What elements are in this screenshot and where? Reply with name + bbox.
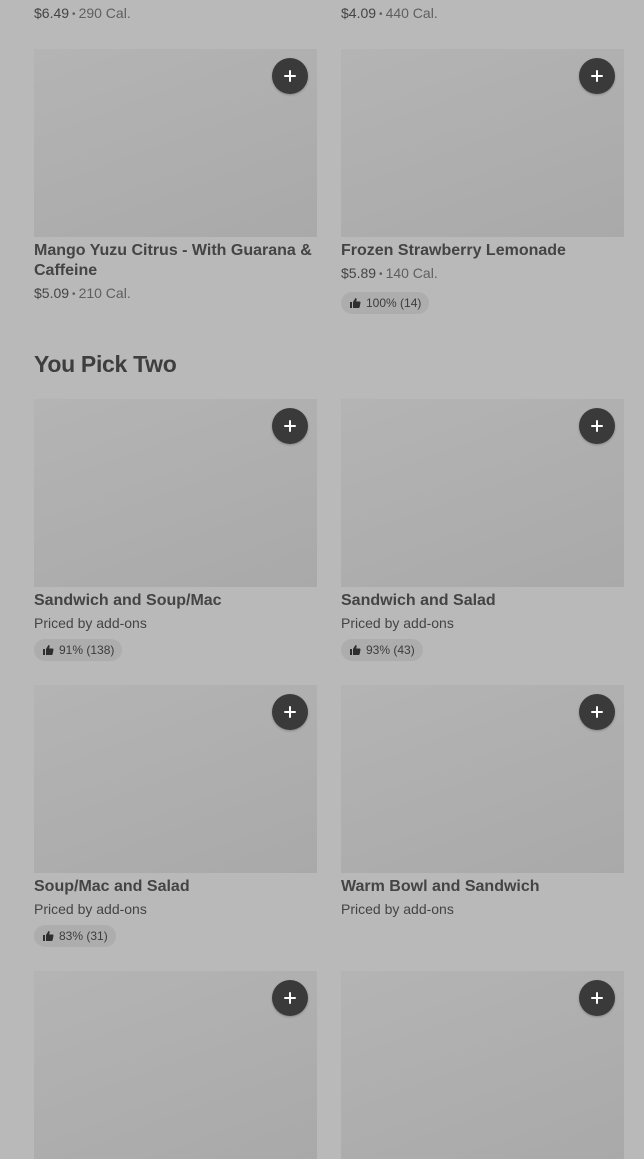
add-to-cart-button[interactable] [272, 408, 308, 444]
menu-item-card[interactable]: Soup/Mac and Salad Priced by add-ons 83%… [34, 685, 317, 947]
item-name: Sandwich and Soup/Mac [34, 592, 222, 609]
menu-item-card[interactable]: Sandwich and Soup/Mac Priced by add-ons … [34, 399, 317, 661]
menu-row-partial [34, 971, 624, 1159]
item-price-text: Priced by add-ons [34, 901, 147, 917]
plus-icon [591, 706, 603, 718]
item-price: $5.89 [341, 265, 377, 281]
separator-dot: • [72, 289, 76, 300]
item-meta: $5.09 • 210 Cal. [34, 284, 317, 305]
rating-text: 83% (31) [59, 929, 108, 943]
item-name: Warm Bowl and Sandwich [341, 878, 540, 895]
rating-badge: 100% (14) [341, 292, 430, 314]
item-price: $5.09 [34, 285, 70, 301]
item-name: Frozen Strawberry Lemonade [341, 242, 566, 259]
item-meta-partial-right: $4.09 • 440 Cal. [341, 5, 438, 21]
item-calories: 440 Cal. [385, 5, 438, 21]
add-to-cart-button[interactable] [272, 980, 308, 1016]
add-to-cart-button[interactable] [579, 980, 615, 1016]
item-calories: 290 Cal. [78, 5, 131, 21]
plus-icon [284, 706, 296, 718]
plus-icon [591, 420, 603, 432]
plus-icon [591, 992, 603, 1004]
plus-icon [284, 992, 296, 1004]
item-price-text: Priced by add-ons [341, 615, 454, 631]
item-price-text: Priced by add-ons [341, 901, 454, 917]
item-image[interactable] [341, 49, 624, 237]
menu-row-pick-two-1: Sandwich and Soup/Mac Priced by add-ons … [34, 399, 624, 661]
menu-row-pick-two-2: Soup/Mac and Salad Priced by add-ons 83%… [34, 685, 624, 947]
separator-dot: • [379, 9, 383, 20]
item-name: Sandwich and Salad [341, 592, 496, 609]
item-image[interactable] [341, 685, 624, 873]
item-image[interactable] [34, 399, 317, 587]
item-price-text: Priced by add-ons [34, 615, 147, 631]
thumbs-up-icon [43, 645, 54, 655]
add-to-cart-button[interactable] [579, 408, 615, 444]
item-image[interactable] [34, 49, 317, 237]
menu-item-card[interactable]: Frozen Strawberry Lemonade $5.89 • 140 Cal… [341, 49, 624, 314]
plus-icon [284, 420, 296, 432]
thumbs-up-icon [350, 645, 361, 655]
rating-text: 91% (138) [59, 643, 115, 657]
add-to-cart-button[interactable] [272, 58, 308, 94]
rating-text: 93% (43) [366, 643, 415, 657]
menu-row-drinks: Mango Yuzu Citrus - With Guarana & Caffe… [34, 49, 624, 314]
item-meta-partial-left: $6.49 • 290 Cal. [34, 5, 131, 21]
add-to-cart-button[interactable] [579, 694, 615, 730]
thumbs-up-icon [350, 298, 361, 308]
plus-icon [284, 70, 296, 82]
rating-text: 100% (14) [366, 296, 422, 310]
rating-badge: 91% (138) [34, 639, 123, 661]
item-image[interactable] [34, 971, 317, 1159]
menu-item-card[interactable] [341, 971, 624, 1159]
item-name: Soup/Mac and Salad [34, 878, 190, 895]
menu-item-card[interactable]: Mango Yuzu Citrus - With Guarana & Caffe… [34, 49, 317, 314]
menu-item-card[interactable]: Sandwich and Salad Priced by add-ons 93%… [341, 399, 624, 661]
item-calories: 140 Cal. [385, 265, 438, 281]
item-image[interactable] [34, 685, 317, 873]
section-title: You Pick Two [34, 351, 177, 377]
add-to-cart-button[interactable] [579, 58, 615, 94]
rating-badge: 93% (43) [341, 639, 423, 661]
thumbs-up-icon [43, 931, 54, 941]
plus-icon [591, 70, 603, 82]
item-price: $6.49 [34, 5, 70, 21]
separator-dot: • [379, 269, 383, 280]
item-calories: 210 Cal. [78, 285, 131, 301]
rating-badge: 83% (31) [34, 925, 116, 947]
menu-item-card[interactable] [34, 971, 317, 1159]
item-meta: $5.89 • 140 Cal. [341, 264, 624, 285]
menu-item-card[interactable]: Warm Bowl and Sandwich Priced by add-ons [341, 685, 624, 947]
separator-dot: • [72, 9, 76, 20]
item-price: $4.09 [341, 5, 377, 21]
item-name: Mango Yuzu Citrus - With Guarana & Caffe… [34, 242, 312, 279]
item-image[interactable] [341, 399, 624, 587]
item-image[interactable] [341, 971, 624, 1159]
add-to-cart-button[interactable] [272, 694, 308, 730]
